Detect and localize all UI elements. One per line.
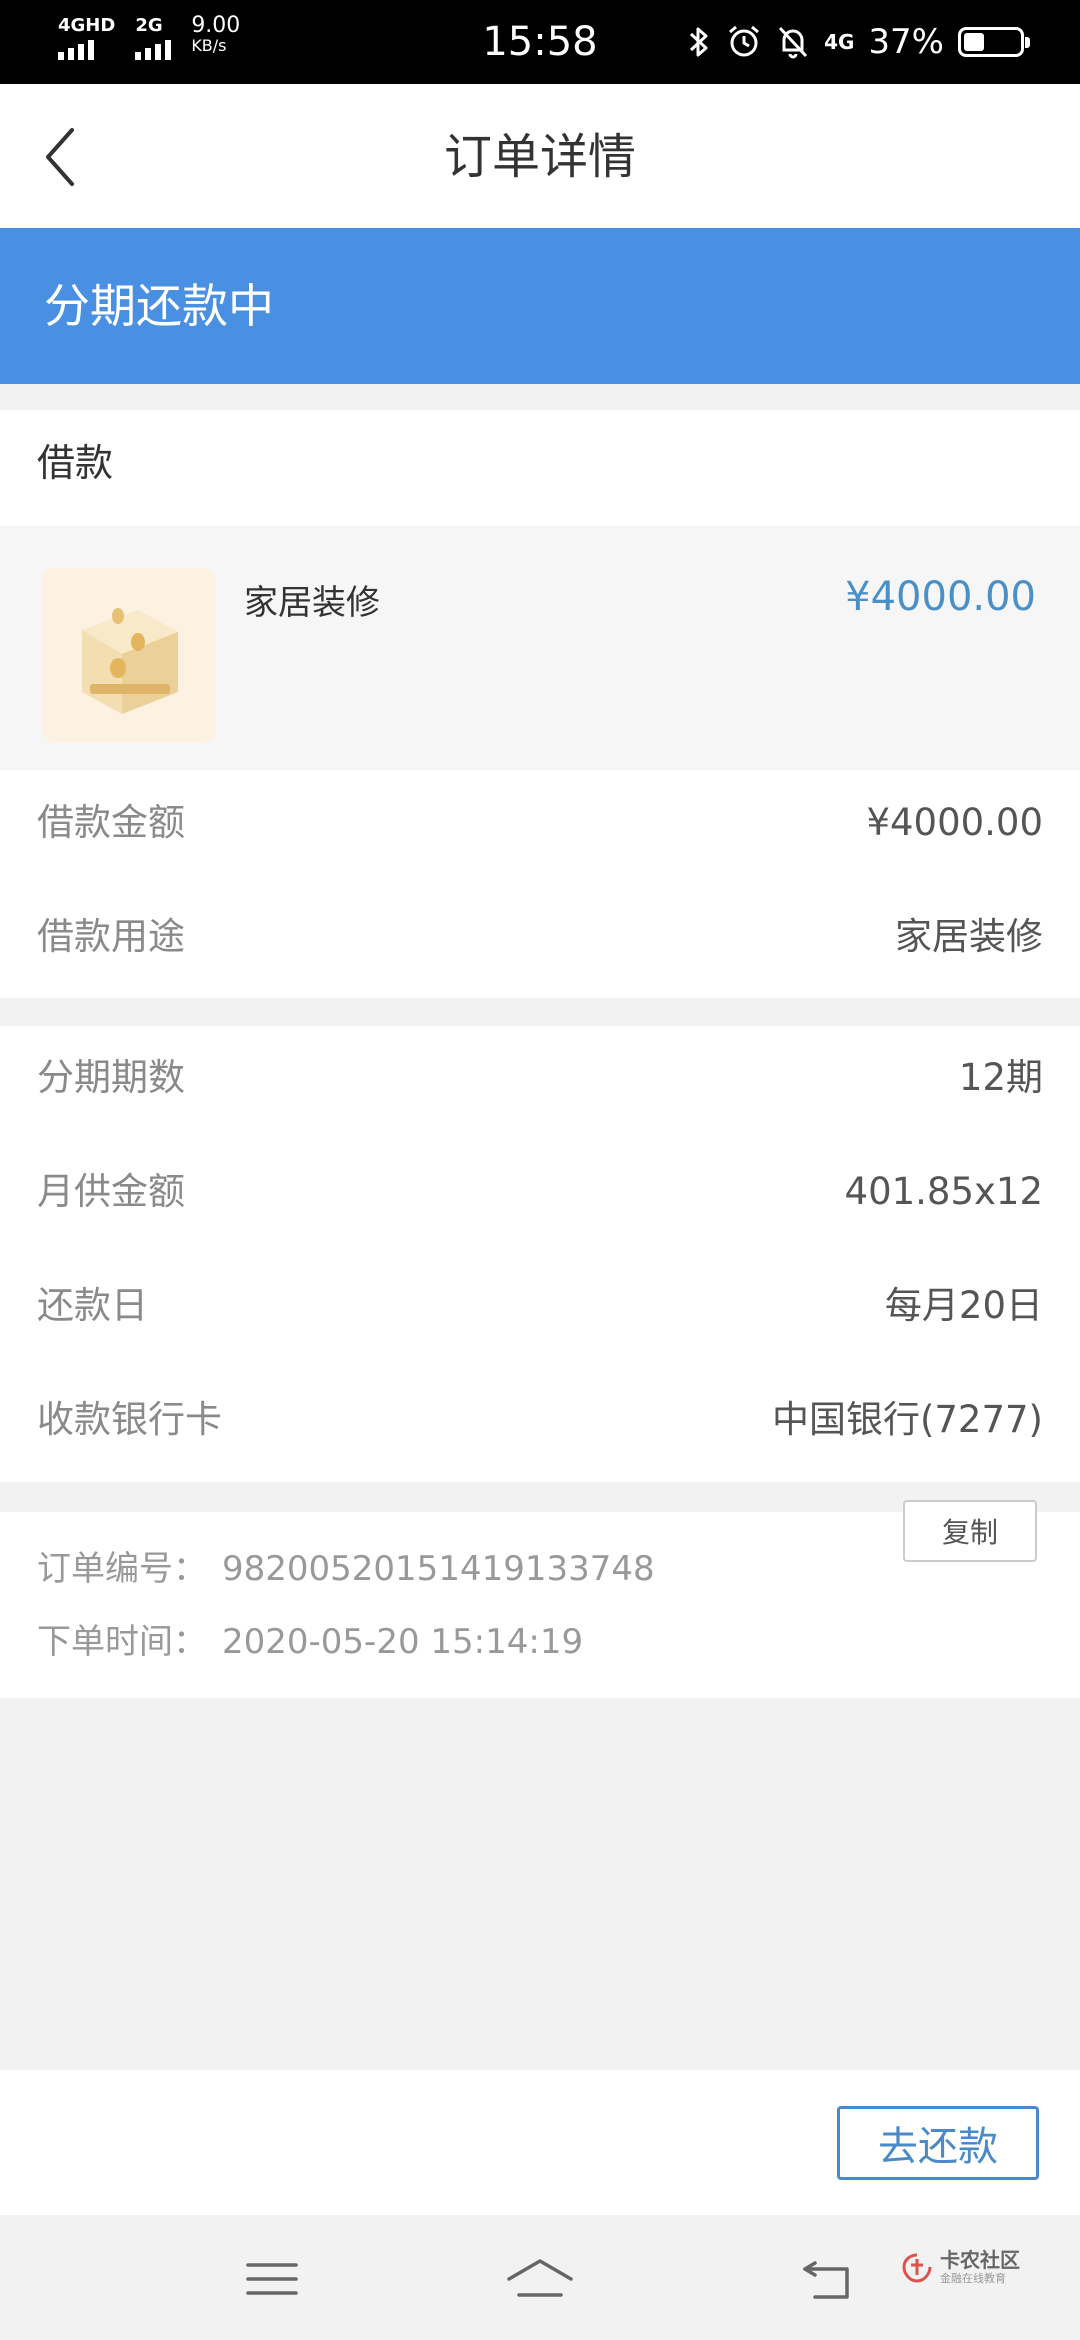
back-icon: [803, 2261, 849, 2299]
monthly-payment-label: 月供金额: [37, 1170, 185, 1213]
page-title: 订单详情: [443, 129, 636, 185]
status-bar: 4GHD 2G 9.00 KB/s 15:58 4G 37%: [0, 0, 1080, 84]
home-icon: [507, 2259, 573, 2297]
watermark-text: 卡农社区 金融在线教育: [940, 2249, 1020, 2287]
watermark-title: 卡农社区: [940, 2248, 1020, 2272]
bluetooth-icon: [690, 27, 708, 57]
loan-section-title: 借款: [37, 441, 114, 485]
repayment-day-label: 还款日: [37, 1284, 148, 1327]
loan-amount-value: ¥4000.00: [866, 801, 1043, 844]
home-button[interactable]: [505, 2251, 575, 2307]
action-footer: 去还款: [0, 2070, 1080, 2215]
loan-product[interactable]: 家居装修 ¥4000.00: [0, 526, 1080, 770]
alarm-icon: [729, 25, 760, 57]
system-back-button[interactable]: [795, 2251, 859, 2307]
installment-count-label: 分期期数: [37, 1056, 185, 1099]
repayment-day-value: 每月20日: [884, 1284, 1043, 1327]
bank-card-label: 收款银行卡: [37, 1398, 222, 1441]
loan-purpose-label: 借款用途: [37, 915, 185, 958]
battery-fill: [964, 33, 984, 51]
battery-percent: 37%: [868, 22, 944, 62]
battery-icon: [958, 27, 1030, 57]
watermark: 卡农社区 金融在线教育: [900, 2248, 1020, 2288]
monthly-payment-value: 401.85x12: [844, 1170, 1043, 1213]
order-status-banner: 分期还款中: [0, 228, 1080, 384]
copy-button[interactable]: 复制: [903, 1500, 1037, 1562]
repay-button[interactable]: 去还款: [837, 2106, 1039, 2180]
loan-purpose-value: 家居装修: [895, 915, 1043, 958]
app-header: 订单详情: [0, 84, 1080, 228]
product-price: ¥4000.00: [845, 574, 1036, 620]
watermark-subtitle: 金融在线教育: [940, 2272, 1006, 2285]
loan-amount-label: 借款金额: [37, 801, 185, 844]
status-bar-right: 4G 37%: [686, 18, 1030, 66]
order-number-value: 98200520151419133748: [222, 1549, 655, 1589]
product-thumbnail: [42, 568, 216, 742]
network-4g-label: 4G: [824, 30, 855, 54]
bell-muted-icon: [778, 26, 808, 59]
order-time-label: 下单时间：: [37, 1622, 207, 1662]
order-status-text: 分期还款中: [44, 279, 274, 333]
menu-button[interactable]: [240, 2251, 304, 2307]
watermark-logo-icon: [902, 2253, 932, 2283]
bank-card-value: 中国银行(7277): [771, 1398, 1043, 1441]
menu-icon: [246, 2263, 298, 2295]
installment-count-value: 12期: [958, 1056, 1043, 1099]
product-name: 家居装修: [244, 583, 380, 623]
order-time-value: 2020-05-20 15:14:19: [222, 1622, 584, 1662]
order-number-label: 订单编号：: [37, 1549, 207, 1589]
coin-box-icon: [82, 608, 178, 714]
